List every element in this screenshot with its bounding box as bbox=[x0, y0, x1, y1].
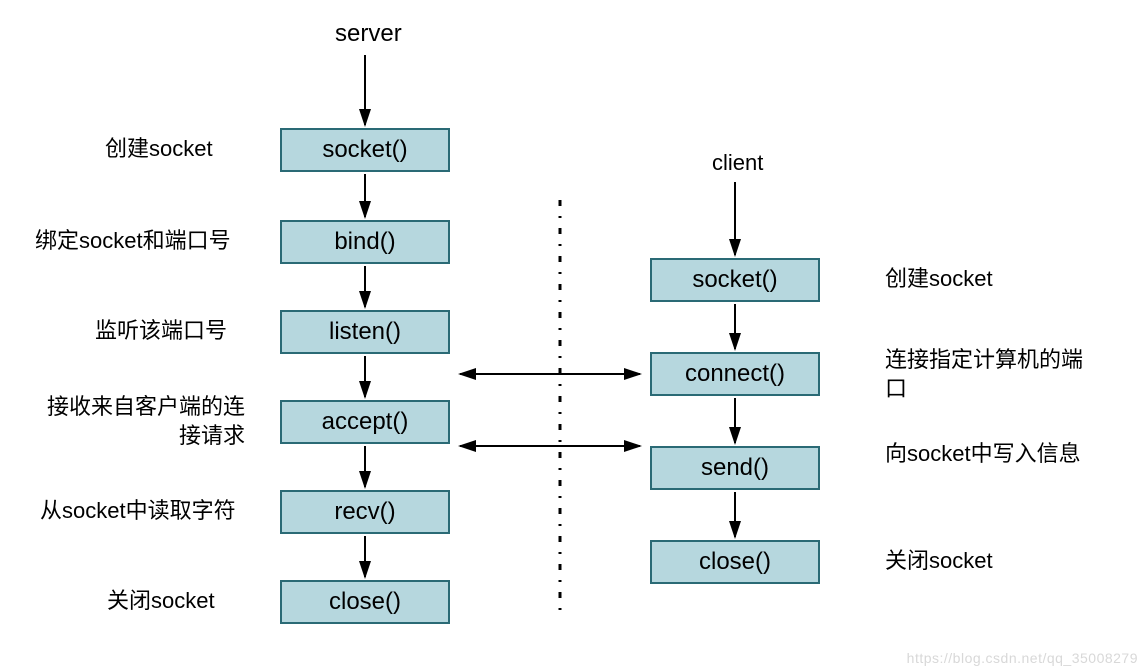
client-box-connect: connect() bbox=[650, 352, 820, 396]
server-title: server bbox=[335, 20, 402, 48]
client-box-close: close() bbox=[650, 540, 820, 584]
client-box-socket: socket() bbox=[650, 258, 820, 302]
client-title: client bbox=[712, 150, 763, 176]
server-box-socket: socket() bbox=[280, 128, 450, 172]
server-desc-listen: 监听该端口号 bbox=[95, 317, 227, 346]
client-box-send: send() bbox=[650, 446, 820, 490]
server-desc-socket: 创建socket bbox=[105, 135, 213, 164]
server-desc-recv: 从socket中读取字符 bbox=[40, 497, 236, 526]
server-box-accept: accept() bbox=[280, 400, 450, 444]
server-box-recv: recv() bbox=[280, 490, 450, 534]
client-desc-socket: 创建socket bbox=[885, 265, 993, 294]
socket-flow-diagram: server client socket() bind() listen() a… bbox=[0, 0, 1148, 672]
server-desc-accept: 接收来自客户端的连接请求 bbox=[45, 393, 245, 450]
watermark: https://blog.csdn.net/qq_35008279 bbox=[907, 650, 1138, 666]
server-box-bind: bind() bbox=[280, 220, 450, 264]
server-desc-close: 关闭socket bbox=[107, 587, 215, 616]
client-desc-send: 向socket中写入信息 bbox=[885, 440, 1095, 469]
client-desc-connect: 连接指定计算机的端口 bbox=[885, 346, 1095, 403]
server-box-listen: listen() bbox=[280, 310, 450, 354]
client-desc-close: 关闭socket bbox=[885, 547, 993, 576]
server-box-close: close() bbox=[280, 580, 450, 624]
server-desc-bind: 绑定socket和端口号 bbox=[35, 227, 231, 256]
